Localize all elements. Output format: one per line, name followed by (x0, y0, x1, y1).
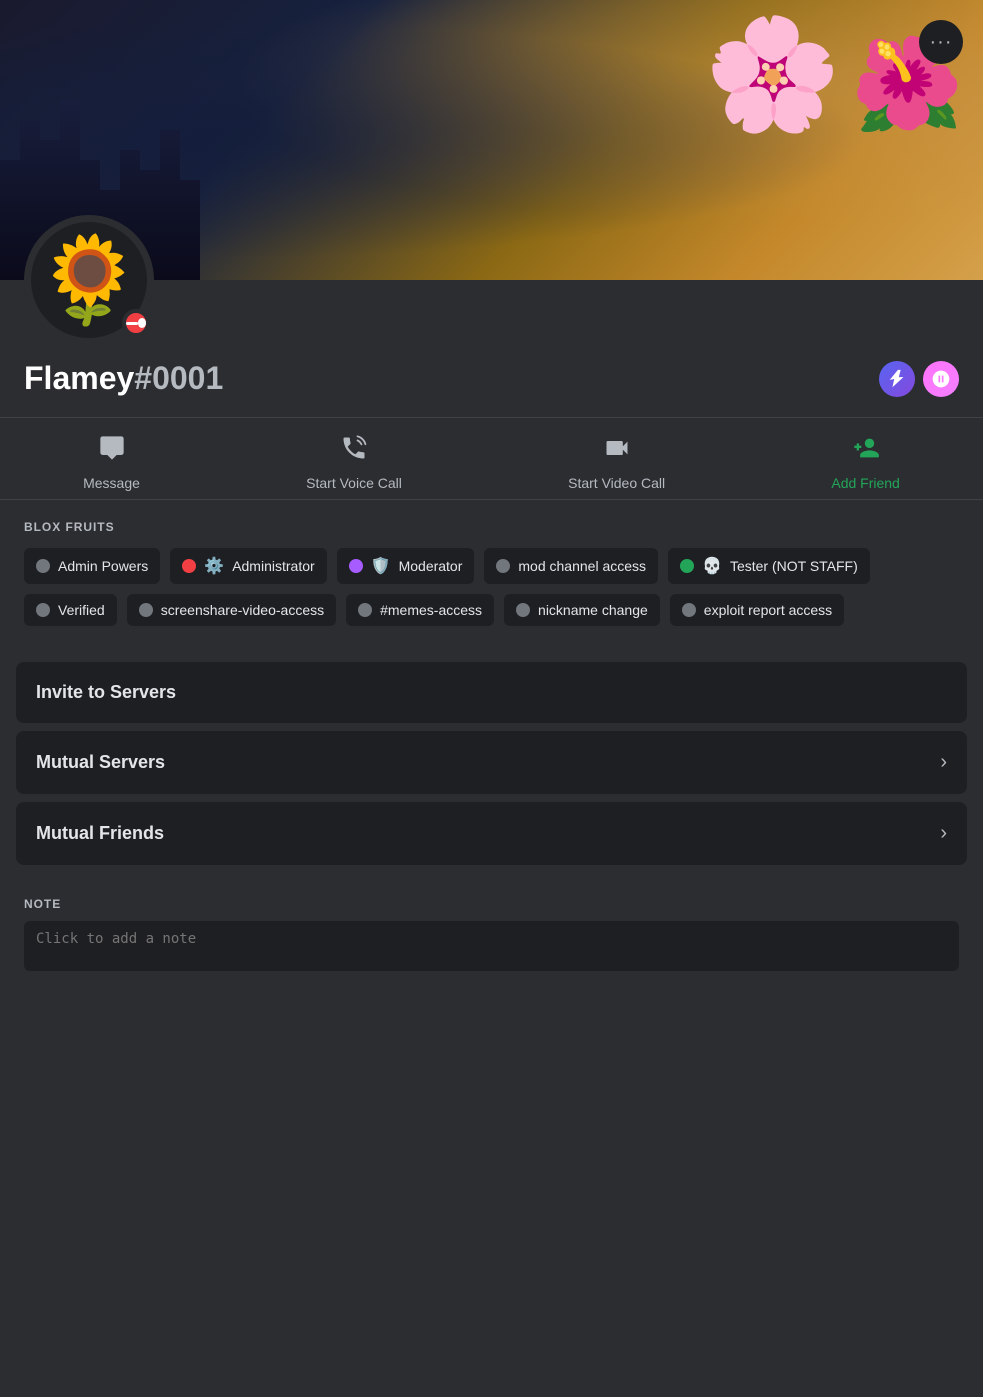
add-friend-icon (852, 434, 880, 469)
role-admin-powers[interactable]: Admin Powers (24, 548, 160, 584)
role-label: Tester (NOT STAFF) (730, 558, 858, 574)
video-call-icon (603, 434, 631, 469)
role-dot (36, 603, 50, 617)
role-dot (139, 603, 153, 617)
status-badge (122, 309, 150, 337)
role-label: exploit report access (704, 602, 832, 618)
video-call-label: Start Video Call (568, 475, 665, 491)
role-emoji: ⚙️ (204, 556, 224, 576)
nitro-icon (886, 368, 908, 390)
role-label: mod channel access (518, 558, 646, 574)
roles-title: BLOX FRUITS (24, 520, 959, 534)
boost-badge (923, 361, 959, 397)
voice-call-icon (340, 434, 368, 469)
avatar-wrapper: 🌻 (24, 215, 154, 345)
role-dot (182, 559, 196, 573)
role-dot (680, 559, 694, 573)
role-dot (496, 559, 510, 573)
status-indicator (126, 322, 138, 325)
role-label: Moderator (399, 558, 463, 574)
mutual-friends-label: Mutual Friends (36, 823, 164, 844)
add-friend-action[interactable]: Add Friend (831, 434, 899, 491)
role-label: Administrator (232, 558, 314, 574)
add-friend-label: Add Friend (831, 475, 899, 491)
role-label: screenshare-video-access (161, 602, 324, 618)
username-container: Flamey#0001 (24, 360, 223, 397)
flower-icon-1: 🌸 (704, 20, 841, 130)
chevron-right-icon: › (940, 822, 947, 845)
more-options-button[interactable]: ··· (919, 20, 963, 64)
role-screenshare[interactable]: screenshare-video-access (127, 594, 336, 626)
role-emoji: 🛡️ (371, 556, 391, 576)
role-administrator[interactable]: ⚙️ Administrator (170, 548, 326, 584)
mutual-friends-section[interactable]: Mutual Friends › (16, 802, 967, 865)
role-exploit-report[interactable]: exploit report access (670, 594, 844, 626)
role-nickname-change[interactable]: nickname change (504, 594, 660, 626)
role-label: #memes-access (380, 602, 482, 618)
voice-call-label: Start Voice Call (306, 475, 402, 491)
role-label: nickname change (538, 602, 648, 618)
actions-bar: Message Start Voice Call Start Video Cal… (0, 418, 983, 500)
role-dot (682, 603, 696, 617)
mutual-servers-label: Mutual Servers (36, 752, 165, 773)
role-dot (36, 559, 50, 573)
note-title: NOTE (24, 897, 959, 911)
role-tester[interactable]: 💀 Tester (NOT STAFF) (668, 548, 870, 584)
invite-servers-label: Invite to Servers (36, 682, 176, 703)
message-label: Message (83, 475, 140, 491)
role-verified[interactable]: Verified (24, 594, 117, 626)
profile-section: 🌻 Flamey#0001 (0, 280, 983, 417)
note-input[interactable] (24, 921, 959, 971)
note-section: NOTE (0, 881, 983, 992)
nitro-badge (879, 361, 915, 397)
role-memes-access[interactable]: #memes-access (346, 594, 494, 626)
boost-icon (931, 369, 951, 389)
role-dot (349, 559, 363, 573)
role-mod-channel[interactable]: mod channel access (484, 548, 658, 584)
message-action[interactable]: Message (83, 434, 140, 491)
roles-section: BLOX FRUITS Admin Powers ⚙️ Administrato… (0, 500, 983, 646)
role-label: Verified (58, 602, 105, 618)
badge-row (879, 361, 959, 397)
chevron-right-icon: › (940, 751, 947, 774)
roles-grid: Admin Powers ⚙️ Administrator 🛡️ Moderat… (24, 548, 959, 626)
mutual-servers-section[interactable]: Mutual Servers › (16, 731, 967, 794)
more-options-label: ··· (930, 31, 953, 54)
message-icon (98, 434, 126, 469)
video-call-action[interactable]: Start Video Call (568, 434, 665, 491)
role-dot (516, 603, 530, 617)
voice-call-action[interactable]: Start Voice Call (306, 434, 402, 491)
username-row: Flamey#0001 (24, 280, 959, 397)
role-moderator[interactable]: 🛡️ Moderator (337, 548, 475, 584)
role-dot (358, 603, 372, 617)
username: Flamey (24, 360, 134, 396)
discriminator: #0001 (134, 360, 223, 396)
role-emoji: 💀 (702, 556, 722, 576)
role-label: Admin Powers (58, 558, 148, 574)
sections-container: Invite to Servers Mutual Servers › Mutua… (0, 646, 983, 881)
invite-servers-section[interactable]: Invite to Servers (16, 662, 967, 723)
